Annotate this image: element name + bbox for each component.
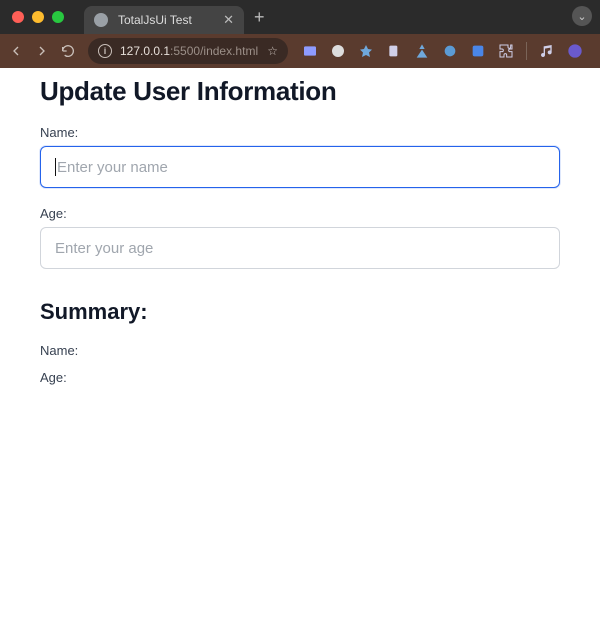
arrow-left-icon — [8, 43, 24, 59]
summary-name-label: Name: — [40, 343, 78, 358]
profile-avatar-icon[interactable] — [567, 43, 583, 59]
ext-icon-3[interactable] — [358, 43, 374, 59]
browser-tabs: TotalJsUi Test ✕ + — [84, 0, 275, 34]
ext-icon-6[interactable] — [442, 43, 458, 59]
browser-toolbar: i 127.0.0.1:5500/index.html ☆ — [0, 34, 600, 68]
ext-icon-1[interactable] — [302, 43, 318, 59]
page-content: Update User Information Name: Enter your… — [0, 68, 600, 641]
field-name: Name: Enter your name — [40, 125, 560, 188]
summary-heading: Summary: — [40, 299, 560, 325]
back-button[interactable] — [8, 42, 24, 60]
reload-icon — [60, 43, 76, 59]
tab-title: TotalJsUi Test — [118, 13, 213, 27]
page-title: Update User Information — [40, 76, 560, 107]
address-bar[interactable]: i 127.0.0.1:5500/index.html ☆ — [88, 38, 288, 64]
ext-icon-5[interactable] — [414, 43, 430, 59]
summary-block: Summary: Name: Age: — [40, 299, 560, 385]
tab-favicon — [94, 13, 108, 27]
name-input[interactable]: Enter your name — [40, 146, 560, 188]
kebab-menu-icon[interactable] — [595, 43, 600, 59]
traffic-lights — [0, 11, 64, 23]
age-input[interactable]: Enter your age — [40, 227, 560, 269]
minimize-window-button[interactable] — [32, 11, 44, 23]
extensions-puzzle-icon[interactable] — [498, 43, 514, 59]
new-tab-button[interactable]: + — [244, 7, 275, 28]
url-port: :5500 — [170, 44, 200, 58]
name-placeholder: Enter your name — [57, 159, 168, 176]
url-text: 127.0.0.1:5500/index.html — [120, 44, 259, 58]
reload-button[interactable] — [60, 42, 76, 60]
summary-age-row: Age: — [40, 370, 560, 385]
ext-icon-github[interactable] — [330, 43, 346, 59]
bookmark-star-icon[interactable]: ☆ — [267, 44, 278, 58]
window-titlebar: TotalJsUi Test ✕ + ⌄ — [0, 0, 600, 34]
close-window-button[interactable] — [12, 11, 24, 23]
ext-icon-4[interactable] — [386, 43, 402, 59]
toolbar-separator — [526, 42, 527, 60]
text-caret — [55, 158, 56, 176]
summary-name-row: Name: — [40, 343, 560, 358]
browser-tab-active[interactable]: TotalJsUi Test ✕ — [84, 6, 244, 34]
field-age: Age: Enter your age — [40, 206, 560, 269]
name-label: Name: — [40, 125, 560, 140]
summary-age-label: Age: — [40, 370, 67, 385]
forward-button[interactable] — [34, 42, 50, 60]
fullscreen-window-button[interactable] — [52, 11, 64, 23]
close-tab-icon[interactable]: ✕ — [223, 12, 234, 28]
url-host: 127.0.0.1 — [120, 44, 170, 58]
expand-icon[interactable]: ⌄ — [572, 6, 592, 26]
arrow-right-icon — [34, 43, 50, 59]
age-placeholder: Enter your age — [55, 240, 153, 257]
ext-icon-7[interactable] — [470, 43, 486, 59]
url-path: /index.html — [200, 44, 258, 58]
ext-icon-music[interactable] — [539, 43, 555, 59]
extension-icons — [302, 42, 600, 60]
age-label: Age: — [40, 206, 560, 221]
site-info-icon[interactable]: i — [98, 44, 112, 58]
